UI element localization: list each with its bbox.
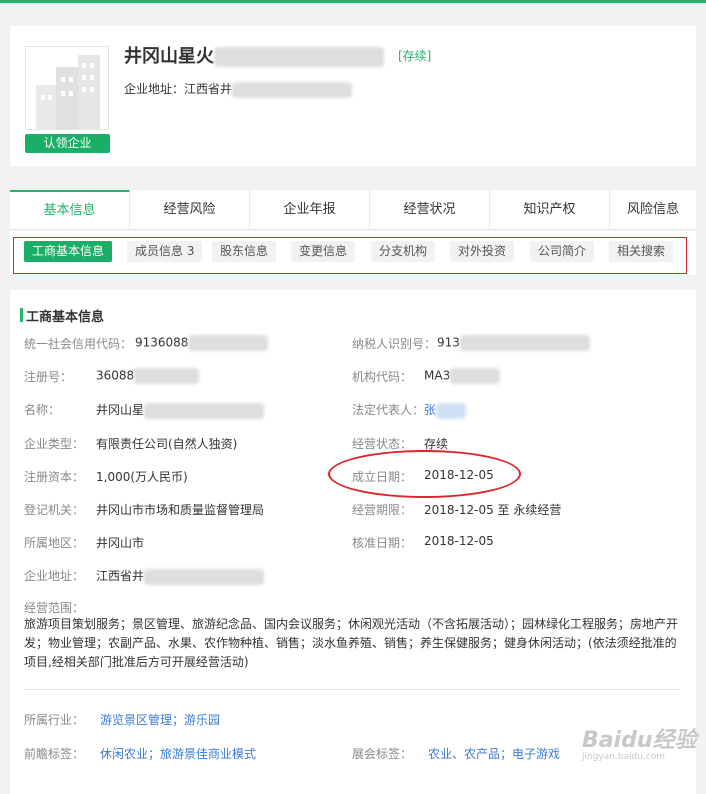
redacted bbox=[459, 335, 590, 351]
subtab-related-search[interactable]: 相关搜索 bbox=[609, 241, 674, 262]
company-name: 井冈山星火 bbox=[124, 42, 384, 68]
subtab-business-info[interactable]: 工商基本信息 bbox=[24, 241, 113, 262]
company-name-text: 井冈山星火 bbox=[124, 46, 214, 67]
tab-operating-status[interactable]: 经营状况 bbox=[370, 190, 490, 230]
company-type-label: 企业类型： bbox=[24, 437, 85, 451]
scope-label: 经营范围： bbox=[24, 601, 85, 615]
watermark: Baidu经验 jingyan.baidu.com bbox=[582, 722, 697, 762]
subtab-branches[interactable]: 分支机构 bbox=[371, 241, 436, 262]
reg-no-value: 36088 bbox=[96, 368, 200, 384]
legal-rep-link[interactable]: 张 bbox=[424, 401, 467, 419]
approved-value: 2018-12-05 bbox=[424, 534, 494, 548]
capital-value: 1,000(万人民币) bbox=[96, 470, 188, 484]
term-value: 2018-12-05 至 永续经营 bbox=[424, 503, 562, 517]
redacted bbox=[144, 568, 265, 585]
redacted-address bbox=[232, 81, 353, 98]
tab-basic-info[interactable]: 基本信息 bbox=[10, 190, 130, 230]
tab-ip[interactable]: 知识产权 bbox=[490, 190, 610, 230]
redacted bbox=[134, 368, 200, 384]
claim-company-button[interactable]: 认领企业 bbox=[25, 134, 110, 153]
subtab-members[interactable]: 成员信息 3 bbox=[127, 241, 203, 262]
subtab-changes[interactable]: 变更信息 bbox=[291, 241, 356, 262]
company-address: 企业地址：江西省井 bbox=[124, 80, 353, 98]
region-value: 井冈山市 bbox=[96, 536, 145, 550]
redacted bbox=[436, 402, 467, 419]
tab-operating-risk[interactable]: 经营风险 bbox=[130, 190, 250, 230]
org-code-label: 机构代码： bbox=[352, 370, 413, 384]
tab-annual-report[interactable]: 企业年报 bbox=[250, 190, 370, 230]
building-icon bbox=[36, 55, 100, 129]
org-code-text: MA3 bbox=[424, 368, 451, 383]
credit-code-text: 9136088 bbox=[135, 335, 189, 350]
scope-text: 旅游项目策划服务；景区管理、旅游纪念品、国内会议服务；休闲观光活动（不含拓展活动… bbox=[24, 617, 679, 669]
status-label: 经营状态： bbox=[352, 437, 413, 451]
business-info-card: 工商基本信息 统一社会信用代码： 9136088 纳税人识别号： 913 注册号… bbox=[10, 290, 696, 794]
company-type-value: 有限责任公司(自然人独资) bbox=[96, 437, 238, 451]
redacted bbox=[144, 402, 265, 419]
org-code-value: MA3 bbox=[424, 368, 501, 384]
credit-code-value: 9136088 bbox=[135, 335, 269, 351]
subtab-investments[interactable]: 对外投资 bbox=[450, 241, 515, 262]
company-status-tag: [存续] bbox=[398, 49, 432, 63]
watermark-logo: Baidu经验 bbox=[582, 728, 697, 753]
address-value: 江西省井 bbox=[184, 82, 233, 96]
subtab-profile[interactable]: 公司简介 bbox=[530, 241, 595, 262]
address-value: 江西省井 bbox=[96, 567, 265, 585]
redacted bbox=[188, 335, 269, 351]
legal-rep-text[interactable]: 张 bbox=[424, 403, 436, 417]
company-header: 认领企业 井冈山星火 [存续] 企业地址：江西省井 bbox=[10, 26, 696, 166]
industry-label: 所属行业： bbox=[24, 713, 85, 727]
taxpayer-id-text: 913 bbox=[437, 335, 460, 350]
name-value: 井冈山星 bbox=[96, 401, 265, 419]
approved-label: 核准日期： bbox=[352, 536, 413, 550]
registrar-value: 井冈山市市场和质量监督管理局 bbox=[96, 503, 265, 517]
founded-date-highlight-ellipse bbox=[328, 450, 521, 498]
reg-no-label: 注册号： bbox=[24, 370, 73, 384]
registrar-label: 登记机关： bbox=[24, 503, 85, 517]
watermark-url: jingyan.baidu.com bbox=[582, 752, 666, 762]
name-label: 名称： bbox=[24, 403, 61, 417]
tab-risk-info[interactable]: 风险信息 bbox=[610, 190, 696, 230]
address-label: 企业地址： bbox=[124, 82, 185, 96]
address-label: 企业地址： bbox=[24, 569, 85, 583]
exhibit-tags-value[interactable]: 农业、农产品；电子游戏 bbox=[428, 745, 560, 762]
exhibit-tags-label: 展会标签： bbox=[352, 747, 413, 761]
section-accent-bar bbox=[20, 308, 23, 322]
term-label: 经营期限： bbox=[352, 503, 413, 517]
forward-tags-label: 前瞻标签： bbox=[24, 747, 85, 761]
region-label: 所属地区： bbox=[24, 536, 85, 550]
section-title: 工商基本信息 bbox=[26, 310, 105, 325]
top-accent-bar bbox=[0, 0, 706, 3]
redacted-name bbox=[214, 47, 384, 67]
redacted bbox=[450, 368, 501, 384]
main-nav-tabs: 基本信息 经营风险 企业年报 经营状况 知识产权 风险信息 bbox=[10, 190, 696, 230]
industry-value[interactable]: 游览景区管理；游乐园 bbox=[100, 711, 220, 728]
credit-code-label: 统一社会信用代码： bbox=[24, 337, 133, 351]
subtab-shareholders[interactable]: 股东信息 bbox=[212, 241, 277, 262]
forward-tags-value[interactable]: 休闲农业；旅游景佳商业模式 bbox=[100, 745, 256, 762]
taxpayer-id-label: 纳税人识别号： bbox=[352, 337, 437, 351]
legal-rep-label: 法定代表人： bbox=[352, 403, 425, 417]
capital-label: 注册资本： bbox=[24, 470, 85, 484]
taxpayer-id-value: 913 bbox=[437, 335, 590, 351]
address-text: 江西省井 bbox=[96, 569, 145, 583]
divider bbox=[24, 689, 680, 690]
reg-no-text: 36088 bbox=[96, 368, 135, 383]
company-logo-placeholder bbox=[25, 46, 109, 130]
name-text: 井冈山星 bbox=[96, 403, 145, 417]
